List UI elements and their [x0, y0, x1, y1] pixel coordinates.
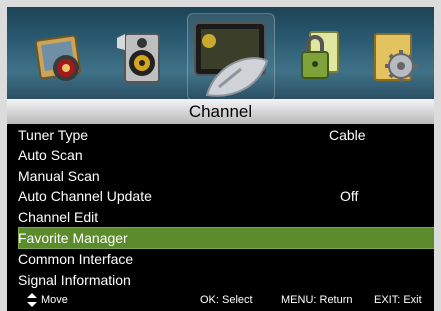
setup-gear-icon[interactable] — [365, 28, 425, 88]
menu-title-bar: Channel — [7, 99, 434, 124]
menu-item-label: Channel Edit — [18, 208, 99, 225]
menu-item-channel-edit[interactable]: Channel Edit — [7, 207, 434, 227]
osd-menu: Channel Tuner Type Cable Auto Scan Manua… — [7, 7, 434, 311]
menu-item-label: Auto Channel Update — [18, 188, 152, 205]
menu-item-value: Cable — [329, 127, 366, 143]
footer-ok-hint: OK: Select — [200, 294, 253, 306]
menu-item-common-interface[interactable]: Common Interface — [7, 249, 434, 269]
footer-exit-hint: EXIT: Exit — [374, 294, 422, 306]
picture-icon[interactable] — [30, 28, 90, 88]
menu-item-value: Off — [340, 188, 359, 205]
lock-icon[interactable] — [292, 28, 352, 88]
menu-item-label: Manual Scan — [18, 167, 100, 184]
menu-item-label: Common Interface — [18, 251, 134, 268]
menu-title: Channel — [188, 102, 253, 121]
footer-hint-bar: Move OK: Select MENU: Return EXIT: Exit — [7, 289, 434, 311]
menu-item-manual-scan[interactable]: Manual Scan — [7, 166, 434, 186]
menu-item-favorite-manager[interactable]: Favorite Manager — [18, 226, 434, 250]
channel-satellite-icon[interactable] — [189, 17, 271, 99]
footer-menu-hint: MENU: Return — [281, 294, 353, 306]
menu-item-tuner-type[interactable]: Tuner Type Cable — [7, 125, 434, 145]
menu-item-auto-scan[interactable]: Auto Scan — [7, 145, 434, 165]
menu-item-label: Favorite Manager — [18, 229, 128, 246]
footer-move-hint: Move — [41, 294, 68, 306]
menu-item-label: Signal Information — [18, 271, 131, 288]
channel-menu-list: Tuner Type Cable Auto Scan Manual Scan A… — [7, 125, 434, 290]
screen-bezel: Channel Tuner Type Cable Auto Scan Manua… — [0, 0, 441, 311]
sound-icon[interactable] — [111, 28, 171, 88]
menu-item-label: Auto Scan — [18, 147, 83, 164]
menu-item-label: Tuner Type — [18, 127, 89, 143]
up-down-arrow-icon — [27, 293, 37, 307]
menu-item-signal-information[interactable]: Signal Information — [7, 270, 434, 290]
menu-item-auto-channel-update[interactable]: Auto Channel Update Off — [7, 186, 434, 206]
menu-icon-strip — [7, 7, 434, 101]
